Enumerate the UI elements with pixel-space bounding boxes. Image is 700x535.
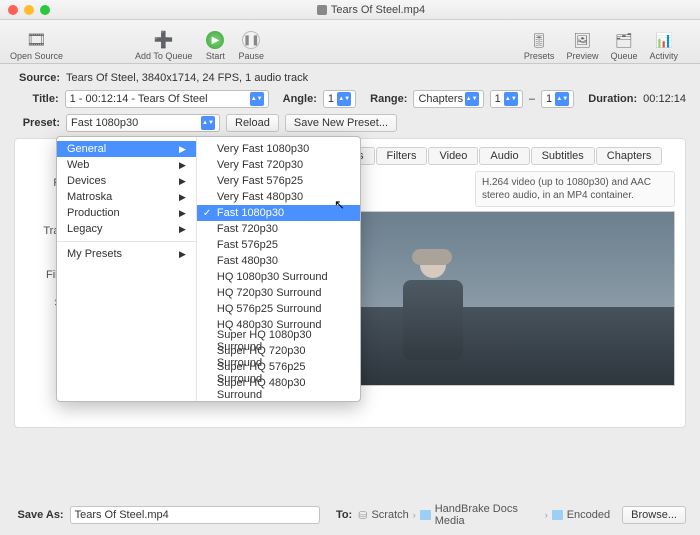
angle-select[interactable]: 1▲▼ — [323, 90, 356, 108]
reload-button[interactable]: Reload — [226, 114, 279, 132]
path-segment[interactable]: Scratch — [371, 509, 408, 521]
preset-category-list: General▶Web▶Devices▶Matroska▶Production▶… — [57, 137, 197, 401]
preset-item[interactable]: Super HQ 480p30 Surround — [197, 381, 360, 397]
sliders-icon: 🎚 — [528, 29, 550, 51]
title-select[interactable]: 1 - 00:12:14 - Tears Of Steel▲▼ — [65, 90, 269, 108]
tab-subtitles[interactable]: Subtitles — [531, 147, 595, 165]
preview-button[interactable]: 🖼 Preview — [566, 29, 598, 61]
preset-category-legacy[interactable]: Legacy▶ — [57, 221, 196, 237]
preset-item[interactable]: Very Fast 720p30 — [197, 157, 360, 173]
preset-category-general[interactable]: General▶ — [57, 141, 196, 157]
path-segment[interactable]: Encoded — [567, 509, 610, 521]
duration-label: Duration: — [588, 93, 637, 105]
browse-button[interactable]: Browse... — [622, 506, 686, 524]
preset-category-matroska[interactable]: Matroska▶ — [57, 189, 196, 205]
preset-item[interactable]: Very Fast 1080p30 — [197, 141, 360, 157]
window-title: Tears Of Steel.mp4 — [50, 4, 692, 16]
destination-path[interactable]: ⛁Scratch›HandBrake Docs Media›Encoded — [358, 503, 610, 527]
add-queue-icon: ➕ — [153, 29, 175, 51]
save-new-preset-button[interactable]: Save New Preset... — [285, 114, 397, 132]
preset-item[interactable]: Very Fast 480p30 — [197, 189, 360, 205]
zoom-icon[interactable] — [40, 5, 50, 15]
preset-item-list: Very Fast 1080p30Very Fast 720p30Very Fa… — [197, 137, 360, 401]
window-controls — [8, 5, 50, 15]
preset-item[interactable]: HQ 1080p30 Surround — [197, 269, 360, 285]
title-label: Title: — [14, 93, 59, 105]
film-icon: 🎞 — [26, 29, 48, 51]
preset-label: Preset: — [14, 117, 60, 129]
footer: Save As: Tears Of Steel.mp4 To: ⛁Scratch… — [0, 503, 700, 527]
tab-chapters[interactable]: Chapters — [596, 147, 663, 165]
play-icon: ▶ — [204, 29, 226, 51]
range-label: Range: — [370, 93, 407, 105]
save-as-label: Save As: — [14, 509, 64, 521]
preset-item[interactable]: Fast 480p30 — [197, 253, 360, 269]
preset-item[interactable]: HQ 720p30 Surround — [197, 285, 360, 301]
preview-thumbnail — [357, 211, 675, 386]
folder-icon — [420, 510, 431, 520]
preset-item[interactable]: Fast 576p25 — [197, 237, 360, 253]
preset-item[interactable]: Fast 1080p30 — [197, 205, 360, 221]
activity-button[interactable]: 📊 Activity — [649, 29, 678, 61]
range-to-select[interactable]: 1▲▼ — [541, 90, 574, 108]
minimize-icon[interactable] — [24, 5, 34, 15]
preset-category-my-presets[interactable]: My Presets▶ — [57, 246, 196, 262]
toolbar: 🎞 Open Source ➕ Add To Queue ▶ Start ❚❚ … — [0, 20, 700, 64]
titlebar: Tears Of Steel.mp4 — [0, 0, 700, 20]
preset-category-devices[interactable]: Devices▶ — [57, 173, 196, 189]
duration-value: 00:12:14 — [643, 93, 686, 105]
tab-filters[interactable]: Filters — [376, 147, 428, 165]
pause-icon: ❚❚ — [240, 29, 262, 51]
path-segment[interactable]: HandBrake Docs Media — [435, 503, 541, 527]
preview-figure — [398, 252, 468, 372]
presets-button[interactable]: 🎚 Presets — [524, 29, 555, 61]
preset-item[interactable]: Fast 720p30 — [197, 221, 360, 237]
tab-audio[interactable]: Audio — [479, 147, 529, 165]
angle-label: Angle: — [283, 93, 317, 105]
tab-video[interactable]: Video — [428, 147, 478, 165]
preset-description: H.264 video (up to 1080p30) and AAC ster… — [475, 171, 675, 207]
folder-icon — [552, 510, 563, 520]
preview-icon: 🖼 — [571, 29, 593, 51]
add-to-queue-button[interactable]: ➕ Add To Queue — [135, 29, 192, 61]
range-mode-select[interactable]: Chapters▲▼ — [413, 90, 483, 108]
preset-item[interactable]: HQ 576p25 Surround — [197, 301, 360, 317]
start-button[interactable]: ▶ Start — [204, 29, 226, 61]
preset-dropdown-menu: General▶Web▶Devices▶Matroska▶Production▶… — [56, 136, 361, 402]
open-source-button[interactable]: 🎞 Open Source — [10, 29, 63, 61]
document-icon — [317, 5, 327, 15]
queue-icon: 🗂 — [613, 29, 635, 51]
preset-category-web[interactable]: Web▶ — [57, 157, 196, 173]
source-label: Source: — [14, 72, 60, 84]
source-value: Tears Of Steel, 3840x1714, 24 FPS, 1 aud… — [66, 72, 308, 84]
preset-item[interactable]: Very Fast 576p25 — [197, 173, 360, 189]
pause-button[interactable]: ❚❚ Pause — [238, 29, 264, 61]
range-from-select[interactable]: 1▲▼ — [490, 90, 523, 108]
range-dash: – — [529, 93, 535, 105]
activity-icon: 📊 — [653, 29, 675, 51]
preset-category-production[interactable]: Production▶ — [57, 205, 196, 221]
to-label: To: — [336, 509, 352, 521]
close-icon[interactable] — [8, 5, 18, 15]
save-as-input[interactable]: Tears Of Steel.mp4 — [70, 506, 320, 524]
queue-button[interactable]: 🗂 Queue — [610, 29, 637, 61]
preset-select[interactable]: Fast 1080p30▲▼ — [66, 114, 220, 132]
